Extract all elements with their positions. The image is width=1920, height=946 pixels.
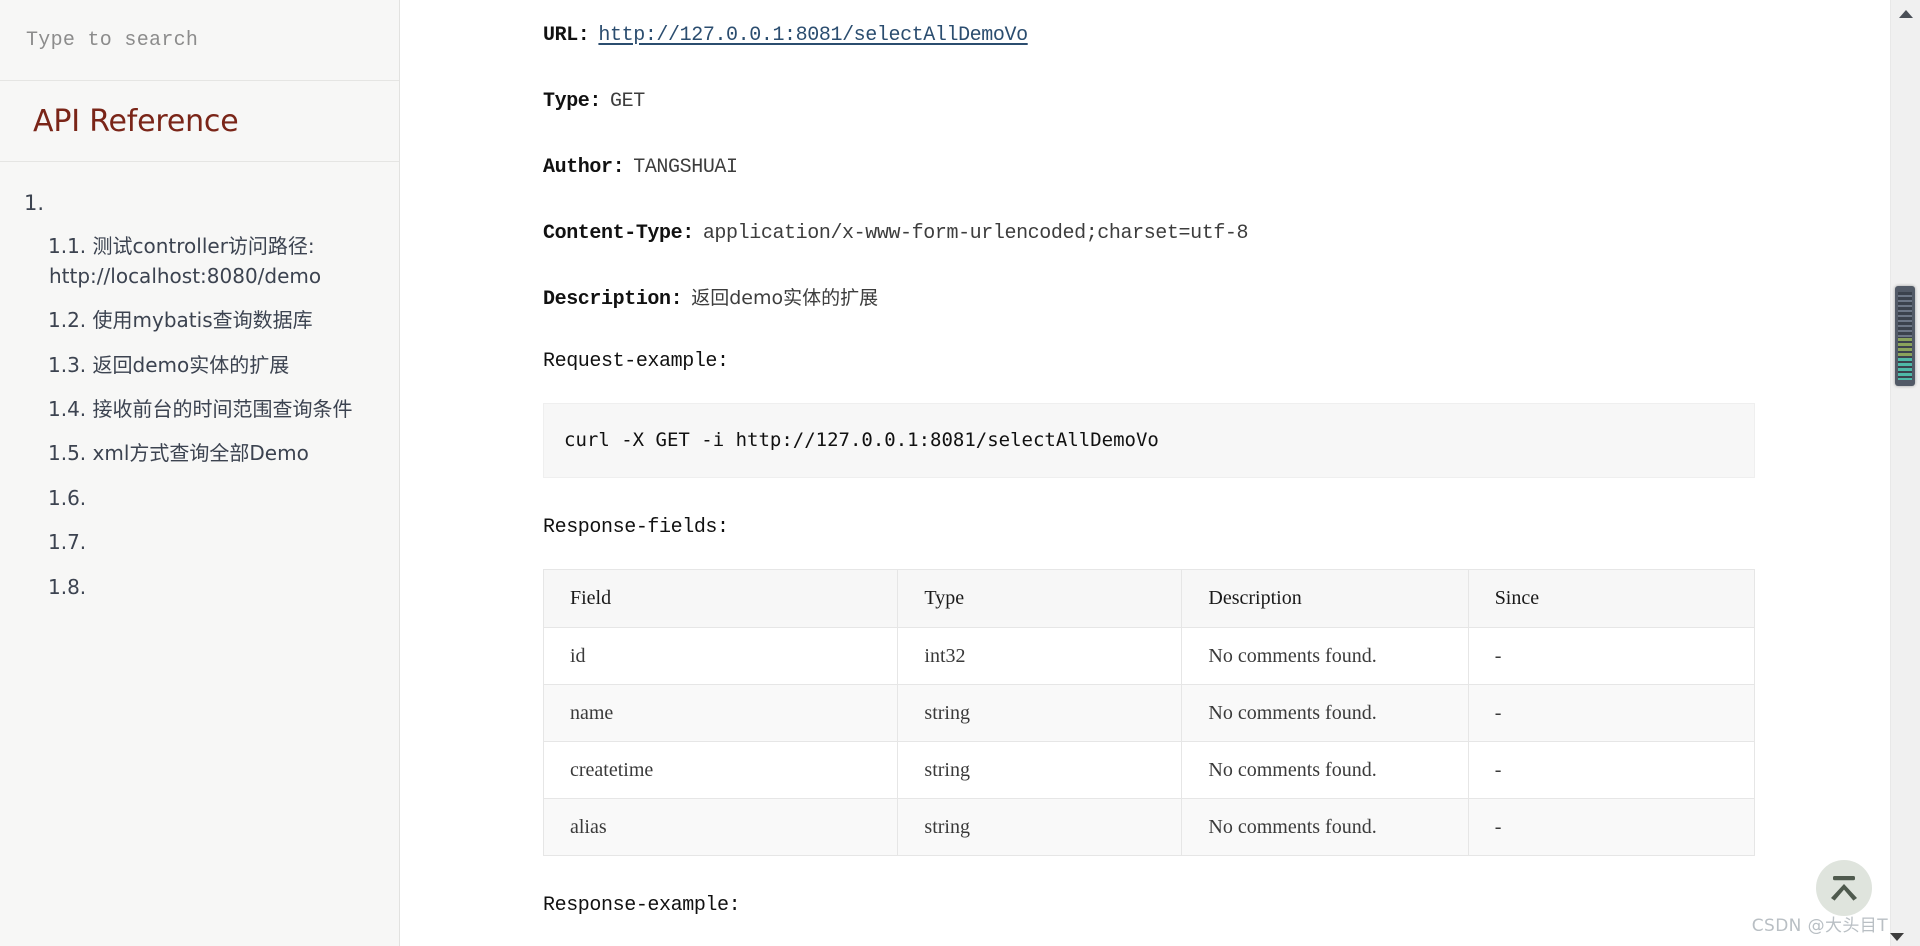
sidebar-item-1-7[interactable]: 1.7. (0, 520, 399, 564)
meta-type-value: GET (610, 90, 645, 113)
chevron-up-icon (1831, 876, 1857, 901)
api-url-link[interactable]: http://127.0.0.1:8081/selectAllDemoVo (589, 24, 1028, 47)
meta-description-label: Description: (543, 288, 683, 311)
table-row: createtime string No comments found. - (542, 741, 1756, 800)
response-fields-table: Field Type Description Since id int32 No… (542, 569, 1756, 857)
column-header-since: Since (1467, 569, 1756, 629)
column-header-description: Description (1181, 569, 1469, 629)
cell-type: string (897, 684, 1183, 743)
table-row: name string No comments found. - (542, 684, 1756, 743)
cell-since: - (1467, 627, 1756, 686)
sidebar-item-1[interactable]: 1. (0, 184, 399, 224)
table-of-contents: 1. 1.1. 测试controller访问路径: http://localho… (0, 162, 399, 609)
request-example-code: curl -X GET -i http://127.0.0.1:8081/sel… (564, 429, 1159, 451)
scroll-up-arrow-icon[interactable] (1898, 10, 1913, 18)
brand-container: API Reference (0, 81, 399, 162)
response-fields-label: Response-fields: (543, 516, 729, 540)
cell-description: No comments found. (1181, 798, 1469, 857)
api-doc-body: URL: http://127.0.0.1:8081/selectAllDemoV… (542, 0, 1920, 946)
sidebar-item-1-4[interactable]: 1.4. 接收前台的时间范围查询条件 (0, 387, 399, 431)
sidebar-item-1-1[interactable]: 1.1. 测试controller访问路径: http://localhost:… (0, 224, 399, 299)
meta-content-type: Content-Type: application/x-www-form-urle… (543, 218, 1920, 246)
table-row: id int32 No comments found. - (542, 627, 1756, 686)
meta-author-value: TANGSHUAI (633, 156, 738, 179)
back-to-top-button[interactable] (1816, 860, 1872, 916)
sidebar-item-1-6[interactable]: 1.6. (0, 476, 399, 520)
column-header-type: Type (897, 569, 1183, 629)
sidebar: API Reference 1. 1.1. 测试controller访问路径: … (0, 0, 400, 946)
cell-since: - (1467, 741, 1756, 800)
meta-url-label: URL: (543, 24, 590, 47)
vertical-scrollbar-thumb[interactable] (1895, 286, 1915, 386)
main-content: URL: http://127.0.0.1:8081/selectAllDemoV… (400, 0, 1920, 946)
cell-type: int32 (897, 627, 1183, 686)
sidebar-item-1-3[interactable]: 1.3. 返回demo实体的扩展 (0, 343, 399, 387)
cell-field: alias (542, 798, 899, 857)
meta-type: Type: GET (543, 86, 1920, 114)
meta-content-type-value: application/x-www-form-urlencoded;charse… (702, 222, 1249, 245)
meta-author: Author: TANGSHUAI (543, 152, 1920, 180)
meta-content-type-label: Content-Type: (543, 222, 694, 245)
cell-field: id (542, 627, 899, 686)
search-input[interactable] (26, 28, 373, 52)
table-row: alias string No comments found. - (542, 798, 1756, 857)
cell-description: No comments found. (1181, 627, 1469, 686)
cell-since: - (1467, 684, 1756, 743)
meta-description-value: 返回demo实体的扩展 (691, 287, 879, 309)
cell-description: No comments found. (1181, 741, 1469, 800)
cell-field: name (542, 684, 899, 743)
sidebar-item-1-8[interactable]: 1.8. (0, 565, 399, 609)
sidebar-item-1-5[interactable]: 1.5. xml方式查询全部Demo (0, 431, 399, 475)
response-example-label: Response-example: (543, 894, 741, 918)
cell-description: No comments found. (1181, 684, 1469, 743)
caret-down-icon (1890, 933, 1904, 941)
cell-since: - (1467, 798, 1756, 857)
vertical-scrollbar-track[interactable] (1890, 0, 1920, 946)
meta-description: Description: 返回demo实体的扩展 (543, 284, 1920, 312)
scrollbar-grip-accent2-icon (1898, 358, 1912, 380)
meta-author-label: Author: (543, 156, 625, 179)
sidebar-item-1-2[interactable]: 1.2. 使用mybatis查询数据库 (0, 298, 399, 342)
meta-url: URL: http://127.0.0.1:8081/selectAllDemoV… (543, 20, 1920, 48)
request-example-code-block: curl -X GET -i http://127.0.0.1:8081/sel… (543, 403, 1755, 479)
column-header-field: Field (542, 569, 899, 629)
app-root: API Reference 1. 1.1. 测试controller访问路径: … (0, 0, 1920, 946)
page-title: API Reference (33, 103, 239, 139)
cell-field: createtime (542, 741, 899, 800)
cell-type: string (897, 798, 1183, 857)
request-example-label: Request-example: (543, 350, 729, 373)
table-header-row: Field Type Description Since (542, 569, 1756, 629)
cell-type: string (897, 741, 1183, 800)
search-container (0, 0, 399, 81)
meta-type-label: Type: (543, 90, 602, 113)
